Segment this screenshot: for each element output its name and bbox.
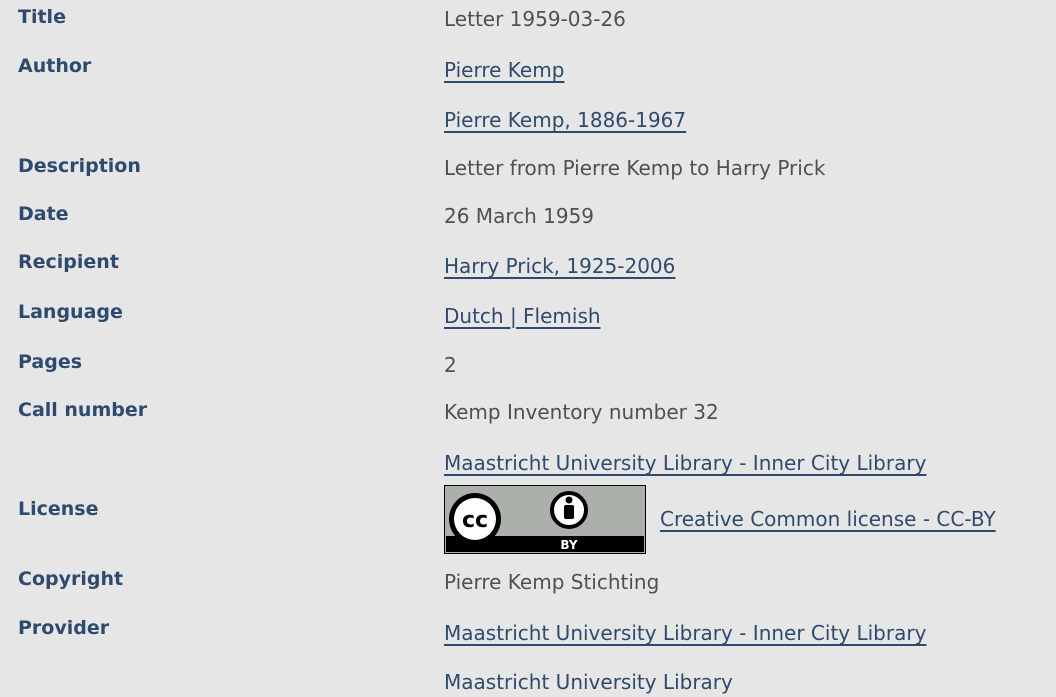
language-link[interactable]: Dutch | Flemish xyxy=(444,303,601,329)
call-number-library-link[interactable]: Maastricht University Library - Inner Ci… xyxy=(444,450,926,476)
value-pages: 2 xyxy=(444,353,457,377)
value-title: Letter 1959-03-26 xyxy=(444,7,626,31)
provider-link[interactable]: Maastricht University Library - Inner Ci… xyxy=(444,620,926,646)
value-description: Letter from Pierre Kemp to Harry Prick xyxy=(444,156,826,180)
author-dates-link[interactable]: Pierre Kemp, 1886-1967 xyxy=(444,107,686,133)
value-call-number: Kemp Inventory number 32 xyxy=(444,400,719,424)
label-language: Language xyxy=(18,301,123,323)
author-link[interactable]: Pierre Kemp xyxy=(444,57,564,83)
svg-text:cc: cc xyxy=(462,508,488,533)
value-provider-2: Maastricht University Library xyxy=(444,670,733,694)
label-author: Author xyxy=(18,55,92,77)
cc-by-icon: cc BY xyxy=(445,486,645,553)
license-link[interactable]: Creative Common license - CC-BY xyxy=(660,506,996,532)
label-copyright: Copyright xyxy=(18,568,124,590)
label-call-number: Call number xyxy=(18,399,148,421)
value-copyright: Pierre Kemp Stichting xyxy=(444,570,660,594)
svg-text:BY: BY xyxy=(560,538,577,552)
label-date: Date xyxy=(18,203,69,225)
label-recipient: Recipient xyxy=(18,251,119,273)
label-title: Title xyxy=(18,6,66,28)
label-pages: Pages xyxy=(18,351,83,373)
recipient-link[interactable]: Harry Prick, 1925-2006 xyxy=(444,253,675,279)
label-description: Description xyxy=(18,155,141,177)
label-provider: Provider xyxy=(18,617,110,639)
cc-by-badge[interactable]: cc BY xyxy=(444,485,646,554)
label-license: License xyxy=(18,498,99,520)
value-date: 26 March 1959 xyxy=(444,204,595,228)
